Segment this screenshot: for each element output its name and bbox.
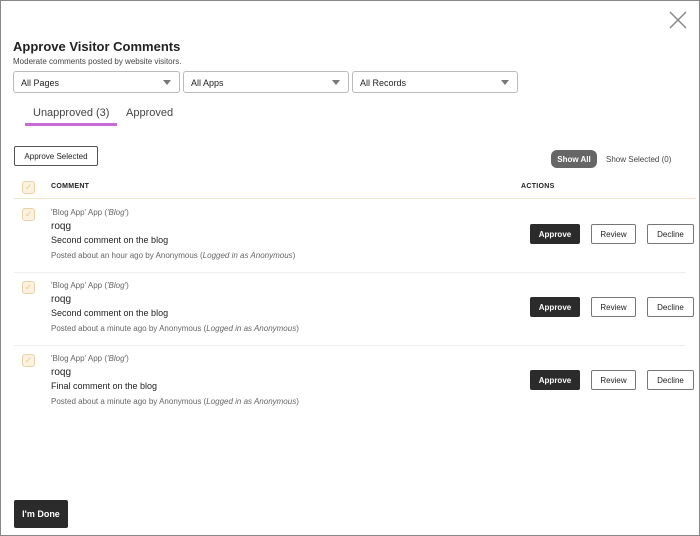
comment-meta: Posted about a minute ago by Anonymous (… [51, 324, 299, 333]
comment-source: 'Blog App' App ('Blog') [51, 208, 129, 217]
decline-button[interactable]: Decline [647, 224, 694, 244]
close-icon[interactable] [667, 9, 689, 31]
approve-selected-button[interactable]: Approve Selected [14, 146, 98, 166]
chevron-down-icon [501, 80, 509, 85]
chevron-down-icon [163, 80, 171, 85]
column-actions: ACTIONS [521, 183, 555, 190]
comment-author: roqg [51, 294, 72, 305]
review-button[interactable]: Review [591, 297, 636, 317]
row-checkbox[interactable]: ✓ [22, 354, 35, 367]
tab-approved[interactable]: Approved [126, 107, 173, 119]
header-divider [14, 198, 696, 199]
decline-button[interactable]: Decline [647, 370, 694, 390]
comment-text: Final comment on the blog [51, 381, 158, 391]
chevron-down-icon [332, 80, 340, 85]
review-button[interactable]: Review [591, 224, 636, 244]
comment-text: Second comment on the blog [51, 235, 169, 245]
select-all-checkbox[interactable]: ✓ [22, 181, 35, 194]
comment-author: roqg [51, 367, 72, 378]
tab-unapproved[interactable]: Unapproved (3) [25, 107, 118, 126]
apps-filter[interactable]: All Apps [183, 71, 349, 93]
review-button[interactable]: Review [591, 370, 636, 390]
pages-filter-value: All Pages [21, 78, 60, 88]
table-row: ✓ 'Blog App' App ('Blog') roqg Second co… [0, 205, 700, 277]
column-comment: COMMENT [51, 183, 90, 190]
comment-source: 'Blog App' App ('Blog') [51, 281, 129, 290]
records-filter[interactable]: All Records [352, 71, 518, 93]
table-row: ✓ 'Blog App' App ('Blog') roqg Second co… [0, 278, 700, 350]
pages-filter[interactable]: All Pages [13, 71, 180, 93]
approve-button[interactable]: Approve [530, 370, 580, 390]
comment-author: roqg [51, 221, 72, 232]
decline-button[interactable]: Decline [647, 297, 694, 317]
done-button[interactable]: I'm Done [14, 500, 68, 528]
comment-meta: Posted about an hour ago by Anonymous (L… [51, 251, 296, 260]
records-filter-value: All Records [360, 78, 407, 88]
page-subtitle: Moderate comments posted by website visi… [13, 57, 182, 66]
table-row: ✓ 'Blog App' App ('Blog') roqg Final com… [0, 351, 700, 423]
comment-text: Second comment on the blog [51, 308, 169, 318]
row-checkbox[interactable]: ✓ [22, 281, 35, 294]
show-selected-button[interactable]: Show Selected (0) [606, 155, 671, 164]
apps-filter-value: All Apps [191, 78, 224, 88]
row-checkbox[interactable]: ✓ [22, 208, 35, 221]
row-divider [14, 345, 686, 346]
comment-meta: Posted about a minute ago by Anonymous (… [51, 397, 299, 406]
show-all-button[interactable]: Show All [551, 150, 597, 168]
approve-button[interactable]: Approve [530, 297, 580, 317]
row-divider [14, 272, 686, 273]
approve-button[interactable]: Approve [530, 224, 580, 244]
comment-source: 'Blog App' App ('Blog') [51, 354, 129, 363]
page-title: Approve Visitor Comments [13, 39, 181, 54]
